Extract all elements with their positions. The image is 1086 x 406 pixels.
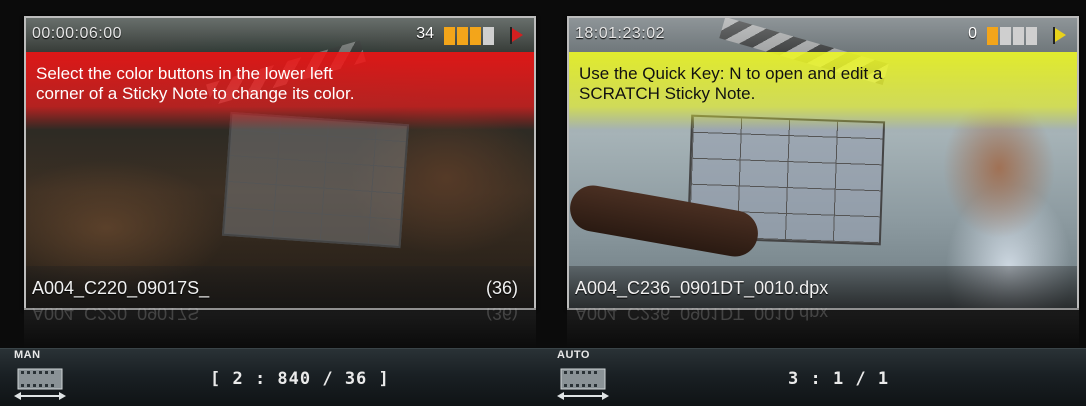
level-bar	[1026, 27, 1037, 45]
timecode: 18:01:23:02	[575, 25, 666, 42]
sticky-note-line: corner of a Sticky Note to change its co…	[36, 84, 355, 103]
thumbnail-top-bar: 00:00:06:00 34	[26, 18, 534, 52]
level-bar	[444, 27, 455, 45]
level-bar	[1013, 27, 1024, 45]
mode-label: MAN	[14, 349, 41, 361]
level-bars	[444, 27, 494, 45]
clip-panel-2: 18:01:23:02 0 Use the Quick Key: N to op…	[543, 0, 1086, 406]
sticky-note-line: SCRATCH Sticky Note.	[579, 84, 756, 103]
panel-footer: MAN [ 2 : 840 / 36 ]	[0, 348, 543, 406]
clip-thumbnail-1[interactable]: 00:00:06:00 34 Select the color buttons …	[24, 16, 536, 310]
level-bar	[1000, 27, 1011, 45]
clip-name: A004_C236_0901DT_0010.dpx	[575, 278, 829, 298]
take-count: 0	[968, 25, 977, 42]
yellow-flag-icon[interactable]	[1051, 26, 1069, 44]
thumbnail-bottom-bar: A004_C236_0901DT_0010.dpx	[569, 266, 1077, 308]
sticky-note-line: Use the Quick Key: N to open and edit a	[579, 64, 883, 83]
clip-thumbnail-2[interactable]: 18:01:23:02 0 Use the Quick Key: N to op…	[567, 16, 1079, 310]
level-bar	[470, 27, 481, 45]
thumbnail-bottom-bar: A004_C220_09017S_ (36)	[26, 266, 534, 308]
timecode: 00:00:06:00	[32, 25, 123, 42]
frame-count: (36)	[485, 278, 518, 298]
level-bar	[457, 27, 468, 45]
sticky-note[interactable]: Use the Quick Key: N to open and edit a …	[569, 52, 1077, 130]
level-bar	[987, 27, 998, 45]
thumbnail-reflection: A004_C236_0901DT_0010.dpx	[567, 308, 1079, 348]
red-flag-icon[interactable]	[508, 26, 526, 44]
reflection-clip-name: A004_C220_09017S	[32, 308, 200, 323]
clip-panel-1: 00:00:06:00 34 Select the color buttons …	[0, 0, 543, 406]
film-strip-icon[interactable]	[555, 363, 611, 403]
mode-label: AUTO	[557, 349, 590, 361]
sticky-note[interactable]: Select the color buttons in the lower le…	[26, 52, 534, 130]
take-count: 34	[416, 25, 434, 42]
film-strip-icon[interactable]	[12, 363, 68, 403]
sticky-note-line: Select the color buttons in the lower le…	[36, 64, 333, 83]
reflection-frame-count: (36)	[485, 308, 518, 323]
thumbnail-reflection: A004_C220_09017S (36)	[24, 308, 536, 348]
level-bars	[987, 27, 1037, 45]
reflection-clip-name: A004_C236_0901DT_0010.dpx	[575, 308, 829, 323]
slate-board	[221, 111, 410, 249]
clip-ratio: [ 2 : 840 / 36 ]	[210, 369, 390, 389]
thumbnail-top-bar: 18:01:23:02 0	[569, 18, 1077, 52]
level-bar	[483, 27, 494, 45]
panel-footer: AUTO 3 : 1 / 1	[543, 348, 1086, 406]
clip-name: A004_C220_09017S_	[32, 278, 210, 298]
clip-ratio: 3 : 1 / 1	[788, 369, 890, 389]
